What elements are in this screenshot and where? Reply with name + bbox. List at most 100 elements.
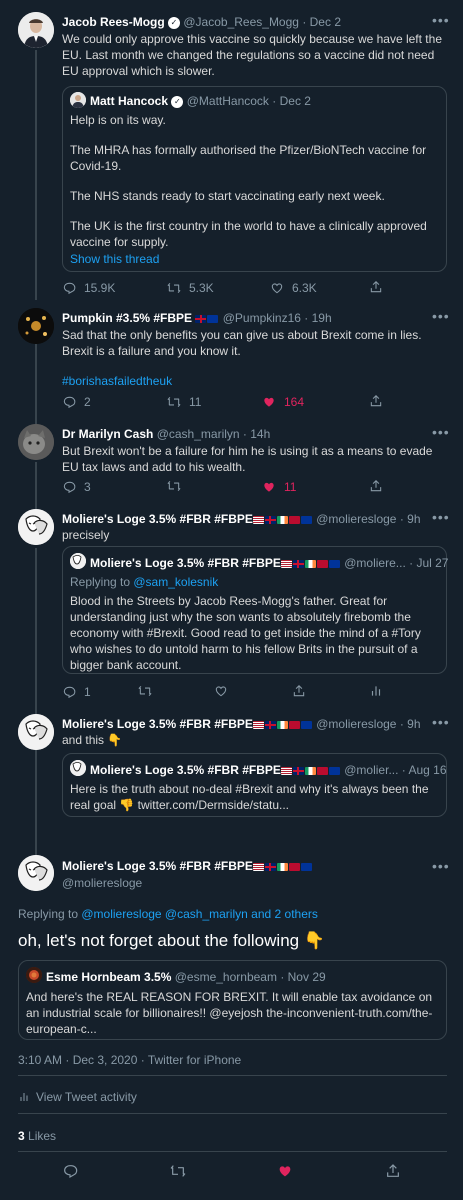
view-activity-link[interactable]: View Tweet activity	[18, 1089, 137, 1105]
retweet-button[interactable]	[170, 1163, 186, 1179]
share-button[interactable]	[369, 280, 383, 294]
others-link[interactable]: 2 others	[275, 907, 318, 921]
author-handle: @MattHancock	[186, 94, 269, 108]
thread-line	[35, 548, 37, 714]
reply-button[interactable]: 15.9K	[62, 280, 115, 296]
author-name[interactable]: Jacob Rees-Mogg	[62, 15, 165, 29]
mention-link[interactable]: @molieresloge @cash_marilyn	[81, 907, 247, 921]
quoted-tweet[interactable]: Moliere's Loge 3.5% #FBR #FBPE @molier..…	[62, 753, 447, 817]
more-icon[interactable]: •••	[432, 508, 450, 527]
more-icon[interactable]: •••	[432, 423, 450, 442]
quoted-tweet[interactable]: Matt Hancock ✓ @MattHancock · Dec 2 Help…	[62, 86, 447, 272]
quoted-tweet[interactable]: Moliere's Loge 3.5% #FBR #FBPE @moliere.…	[62, 546, 449, 674]
author-handle[interactable]: @molieresloge	[316, 512, 396, 526]
more-icon[interactable]: •••	[432, 11, 450, 30]
thread-line	[35, 462, 37, 512]
likes-count-link[interactable]: 3 Likes	[18, 1128, 56, 1144]
author-handle: @molier...	[344, 763, 399, 777]
avatar[interactable]	[18, 308, 54, 344]
tweet-date[interactable]: · Dec 2	[302, 15, 341, 29]
norway-flag-icon	[288, 515, 300, 524]
quoted-tweet[interactable]: Esme Hornbeam 3.5% @esme_hornbeam · Nov …	[18, 960, 447, 1040]
like-button[interactable]: 6.3K	[270, 280, 317, 296]
author-handle[interactable]: @Pumpkinz16	[223, 311, 301, 325]
avatar	[70, 553, 86, 569]
avatar	[26, 967, 42, 983]
tweet-date: · Jul 27	[409, 556, 449, 570]
avatar[interactable]	[18, 855, 54, 891]
tweet-date: · Dec 2	[272, 94, 311, 108]
author-name[interactable]: Dr Marilyn Cash	[62, 427, 153, 441]
more-icon[interactable]: •••	[432, 857, 450, 876]
more-icon[interactable]: •••	[432, 307, 450, 326]
author-handle[interactable]: @Jacob_Rees_Mogg	[183, 15, 299, 29]
norway-flag-icon	[316, 766, 328, 775]
hashtag-link[interactable]: #borishasfailedtheuk	[62, 373, 172, 389]
author-handle[interactable]: @molieresloge	[316, 717, 396, 731]
ireland-flag-icon	[276, 720, 288, 729]
divider	[18, 1151, 447, 1152]
retweet-button[interactable]	[167, 479, 181, 493]
quote-line: The MHRA has formally authorised the Pfi…	[70, 143, 427, 173]
tweet-date[interactable]: · 14h	[243, 427, 270, 441]
share-icon	[369, 280, 383, 294]
tweet-text: and this 👇	[62, 733, 123, 747]
share-button[interactable]	[292, 684, 306, 698]
like-button[interactable]	[214, 684, 228, 698]
more-icon[interactable]: •••	[432, 713, 450, 732]
tweet-text: We could only approve this vaccine so qu…	[62, 32, 442, 78]
us-flag-icon	[280, 559, 292, 568]
tweet-date[interactable]: · 19h	[304, 311, 331, 325]
reply-count: 3	[84, 480, 91, 494]
uk-flag-icon	[264, 515, 276, 524]
tweet-text: oh, let's not forget about the following…	[18, 931, 325, 950]
author-name[interactable]: Moliere's Loge 3.5% #FBR #FBPE	[62, 859, 253, 873]
show-thread-link[interactable]: Show this thread	[70, 251, 159, 267]
reply-button[interactable]: 3	[62, 479, 91, 495]
quote-line: Help is on its way.	[70, 113, 166, 127]
author-name: Moliere's Loge 3.5% #FBR #FBPE	[90, 763, 281, 777]
reply-button[interactable]: 2	[62, 394, 91, 410]
share-button[interactable]	[369, 394, 383, 408]
retweet-button[interactable]: 5.3K	[167, 280, 214, 296]
like-button[interactable]	[277, 1163, 293, 1179]
eu-flag-icon	[300, 862, 312, 871]
like-button[interactable]: 11	[262, 479, 296, 495]
replying-label: Replying to	[18, 907, 82, 921]
tweet-text: precisely	[62, 528, 110, 542]
quote-text: Here is the truth about no-deal #Brexit …	[70, 782, 429, 812]
analytics-button[interactable]	[369, 684, 383, 698]
view-activity-label: View Tweet activity	[36, 1090, 137, 1104]
tweet-date[interactable]: · 9h	[400, 717, 421, 731]
uk-flag-icon	[264, 862, 276, 871]
retweet-button[interactable]: 11	[167, 394, 201, 410]
uk-flag-icon	[292, 559, 304, 568]
thread-line	[35, 342, 37, 426]
author-name[interactable]: Moliere's Loge 3.5% #FBR #FBPE	[62, 512, 253, 526]
uk-flag-icon	[264, 720, 276, 729]
tweet-date[interactable]: · 9h	[400, 512, 421, 526]
retweet-button[interactable]	[138, 684, 152, 698]
share-icon	[385, 1163, 401, 1179]
avatar[interactable]	[18, 714, 54, 750]
share-button[interactable]	[369, 479, 383, 493]
reply-button[interactable]	[62, 1163, 78, 1179]
avatar[interactable]	[18, 12, 54, 48]
tweet-timestamp[interactable]: 3:10 AM · Dec 3, 2020 · Twitter for iPho…	[18, 1052, 241, 1068]
reply-button[interactable]: 1	[62, 684, 91, 700]
like-button[interactable]: 164	[262, 394, 304, 410]
avatar[interactable]	[18, 424, 54, 460]
author-name[interactable]: Pumpkin #3.5% #FBPE	[62, 311, 192, 325]
author-handle[interactable]: @cash_marilyn	[157, 427, 240, 441]
avatar[interactable]	[18, 509, 54, 545]
avatar-portrait	[26, 967, 42, 983]
author-handle[interactable]: @molieresloge	[62, 875, 142, 891]
tweet-text: But Brexit won't be a failure for him he…	[62, 444, 433, 474]
liked-heart-icon	[277, 1163, 293, 1179]
thread-line	[35, 50, 37, 300]
thread-line	[35, 750, 37, 856]
author-name: Moliere's Loge 3.5% #FBR #FBPE	[90, 556, 281, 570]
share-button[interactable]	[385, 1163, 401, 1179]
author-name[interactable]: Moliere's Loge 3.5% #FBR #FBPE	[62, 717, 253, 731]
avatar-portrait	[70, 760, 86, 776]
